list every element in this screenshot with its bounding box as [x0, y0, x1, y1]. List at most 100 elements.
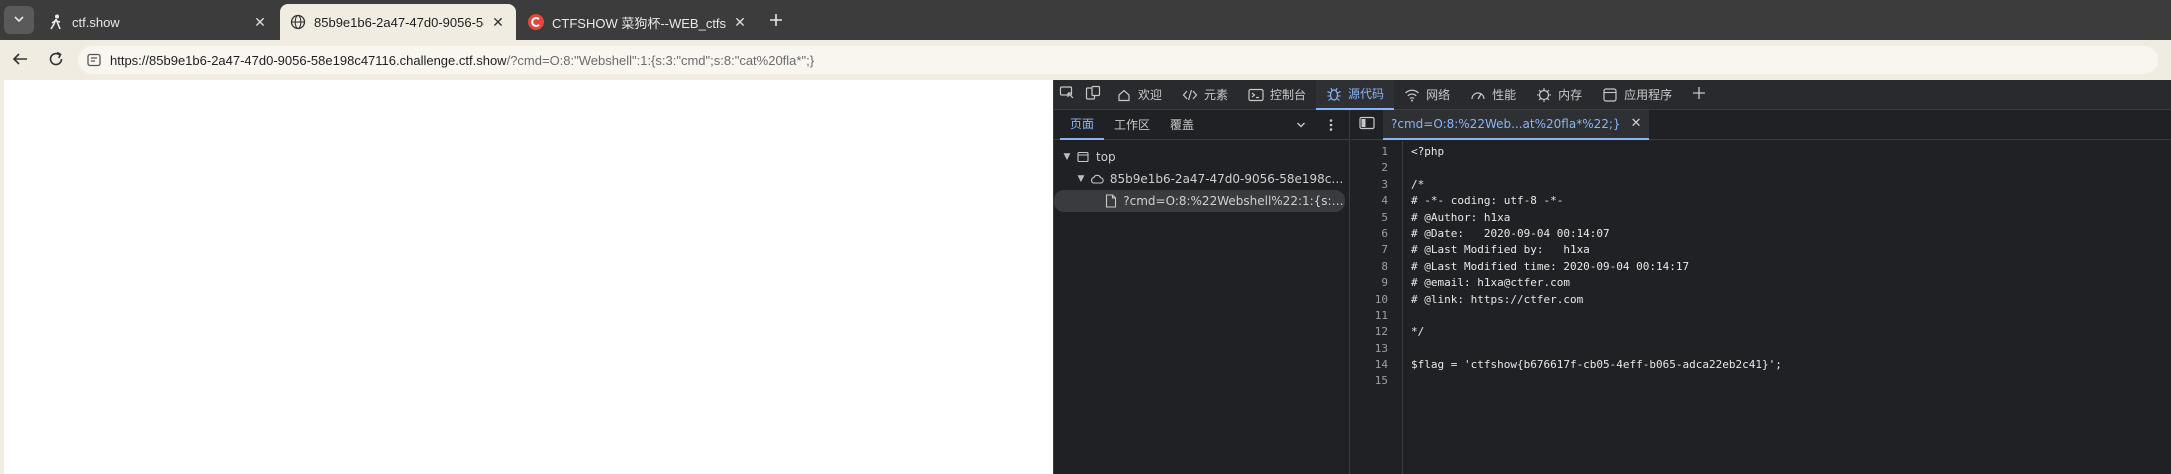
tab-sources[interactable]: 源代码	[1316, 79, 1395, 110]
reload-button[interactable]	[44, 48, 68, 72]
line-number[interactable]: 4	[1351, 193, 1402, 209]
tab-ctfshow-web[interactable]: CTFSHOW 菜狗杯--WEB_ctfshow菜 ✕	[518, 4, 758, 40]
code-icon	[1182, 87, 1198, 103]
tab-console[interactable]: 控制台	[1238, 80, 1316, 110]
line-number[interactable]: 10	[1351, 292, 1402, 308]
line-number[interactable]: 13	[1351, 341, 1402, 357]
code-view[interactable]: 1 2 3 4 5 6 7 8 9 10 11 12 13 14 15 <?php/* # -*- codin…	[1351, 141, 2171, 474]
code-line: # @Last Modified time: 2020-09-04 00:14:…	[1411, 259, 1690, 273]
url-text: https://85b9e1b6-2a47-47d0-9056-58e198c4…	[110, 53, 814, 68]
close-icon[interactable]: ✕	[490, 14, 506, 30]
tab-ctfshow[interactable]: ctf.show ✕	[38, 4, 278, 40]
line-number[interactable]: 11	[1351, 308, 1402, 324]
bug-icon	[1326, 86, 1342, 102]
page-content[interactable]	[4, 80, 1053, 474]
more-tools-button[interactable]	[1686, 80, 1712, 110]
url-host: https://85b9e1b6-2a47-47d0-9056-58e198c4…	[110, 52, 507, 68]
globe-icon	[290, 14, 306, 30]
file-tree: ▼ top ▼ 85b9e1b6-2a47-47d0-9056-58e198c4…	[1054, 140, 1349, 212]
device-icon	[1085, 85, 1101, 104]
sources-navigator: 页面 工作区 覆盖 ▼ top ▼ 85b9e1b6-2a47-47d0-905…	[1054, 110, 1350, 474]
line-number[interactable]: 9	[1351, 275, 1402, 291]
wifi-icon	[1404, 87, 1420, 103]
file-tab-label: ?cmd=O:8:%22Web...at%20fla*%22;}	[1391, 116, 1621, 131]
frame-icon	[1074, 150, 1092, 164]
file-icon	[1102, 194, 1119, 208]
tab-welcome[interactable]: 欢迎	[1106, 80, 1172, 110]
home-icon	[1116, 87, 1132, 103]
triangle-down-icon[interactable]: ▼	[1074, 174, 1088, 184]
line-number[interactable]: 1	[1351, 144, 1402, 160]
tree-label: ?cmd=O:8:%22Webshell%22:1:{s:3:...	[1123, 194, 1345, 208]
gauge-icon	[1470, 87, 1486, 103]
app-window-icon	[1602, 87, 1618, 103]
tab-page[interactable]: 页面	[1060, 110, 1105, 140]
close-icon[interactable]: ✕	[252, 14, 268, 30]
tab-overrides[interactable]: 覆盖	[1160, 110, 1204, 140]
line-number[interactable]: 5	[1351, 210, 1402, 226]
line-number-gutter: 1 2 3 4 5 6 7 8 9 10 11 12 13 14 15	[1351, 141, 1403, 474]
devtools-tab-bar: 欢迎 元素 控制台 源代码 网络 性能 内存 应用程序	[1054, 79, 2171, 110]
code-line: # -*- coding: utf-8 -*-	[1411, 194, 1564, 208]
tab-application[interactable]: 应用程序	[1592, 80, 1682, 110]
arrow-left-icon	[11, 50, 29, 71]
code-line: $flag = 'ctfshow{b676617f-cb05-4eff-b065…	[1411, 358, 1782, 372]
triangle-down-icon[interactable]: ▼	[1060, 152, 1074, 162]
site-info-icon[interactable]	[86, 52, 102, 68]
navigator-tabs: 页面 工作区 覆盖	[1054, 110, 1349, 140]
chevron-down-icon	[12, 12, 26, 29]
line-number[interactable]: 7	[1351, 242, 1402, 258]
tab-label: 欢迎	[1138, 88, 1163, 102]
tab-network[interactable]: 网络	[1394, 80, 1460, 110]
line-number[interactable]: 14	[1351, 357, 1402, 373]
editor-tab-bar: ?cmd=O:8:%22Web...at%20fla*%22;} ✕	[1351, 109, 2171, 140]
tab-label: 元素	[1204, 88, 1229, 102]
code-lines: <?php /* # -*- coding: utf-8 -*- # @Author:…	[1411, 144, 1782, 390]
code-line: <?php	[1411, 145, 1445, 158]
toggle-navigator-button[interactable]	[1351, 110, 1383, 140]
tab-performance[interactable]: 性能	[1460, 80, 1526, 110]
back-button[interactable]	[8, 48, 32, 72]
ctfshow-c-icon	[528, 14, 544, 30]
memory-icon	[1536, 87, 1552, 103]
tab-elements[interactable]: 元素	[1172, 80, 1238, 110]
code-line: # @Last Modified by: h1xa	[1411, 243, 1590, 257]
tree-item-top[interactable]: ▼ top	[1054, 146, 1349, 168]
line-number[interactable]: 3	[1351, 177, 1402, 193]
inspect-element-button[interactable]	[1054, 80, 1080, 110]
device-emulation-button[interactable]	[1080, 80, 1106, 110]
tree-label: 85b9e1b6-2a47-47d0-9056-58e198c4...	[1109, 172, 1350, 186]
code-line: /*	[1411, 177, 1425, 191]
line-number[interactable]: 2	[1351, 160, 1402, 176]
line-number[interactable]: 15	[1351, 373, 1402, 389]
code-line: # @email: h1xa@ctfer.com	[1411, 276, 1570, 290]
code-line: # @Author: h1xa	[1411, 210, 1511, 224]
tree-item-file[interactable]: ?cmd=O:8:%22Webshell%22:1:{s:3:...	[1054, 190, 1345, 212]
cloud-icon	[1088, 172, 1106, 186]
tab-workspace[interactable]: 工作区	[1104, 110, 1160, 140]
address-bar[interactable]: https://85b9e1b6-2a47-47d0-9056-58e198c4…	[78, 46, 2158, 74]
line-number[interactable]: 12	[1351, 324, 1402, 340]
close-icon[interactable]: ✕	[732, 14, 748, 30]
line-number[interactable]: 8	[1351, 259, 1402, 275]
line-number[interactable]: 6	[1351, 226, 1402, 242]
code-line: */	[1411, 325, 1425, 339]
chevron-down-icon[interactable]	[1293, 117, 1309, 133]
console-icon	[1248, 87, 1264, 103]
more-options-icon[interactable]	[1323, 117, 1339, 133]
open-file-tab[interactable]: ?cmd=O:8:%22Web...at%20fla*%22;} ✕	[1383, 109, 1650, 140]
toolbar: https://85b9e1b6-2a47-47d0-9056-58e198c4…	[0, 40, 2171, 80]
tab-label: 网络	[1426, 88, 1451, 102]
tab-title: ctf.show	[72, 14, 120, 30]
tree-label: top	[1096, 150, 1116, 164]
person-walking-icon	[48, 14, 64, 30]
tab-memory[interactable]: 内存	[1526, 80, 1592, 110]
close-icon[interactable]: ✕	[1631, 116, 1642, 131]
tree-item-origin[interactable]: ▼ 85b9e1b6-2a47-47d0-9056-58e198c4...	[1054, 168, 1350, 190]
new-tab-button[interactable]	[763, 8, 789, 34]
tab-search-button[interactable]	[4, 6, 34, 34]
tab-challenge[interactable]: 85b9e1b6-2a47-47d0-9056-58e19 ✕	[280, 4, 516, 40]
